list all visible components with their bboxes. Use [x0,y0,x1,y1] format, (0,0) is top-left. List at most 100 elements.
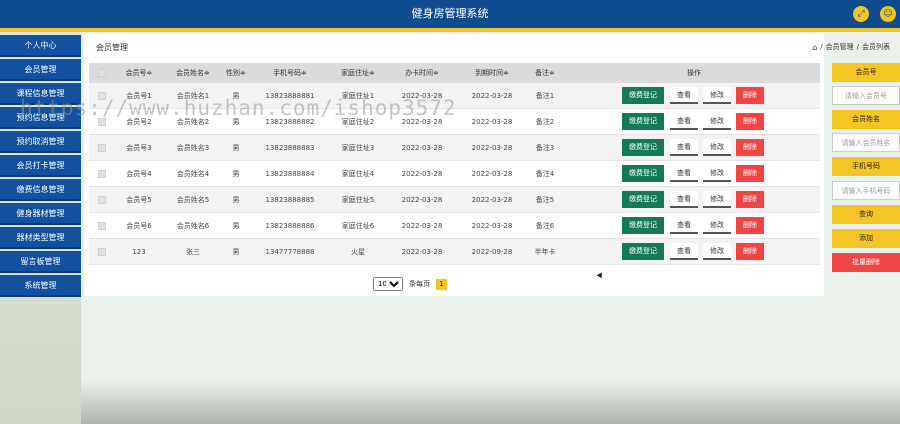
page-number-current[interactable]: 1 [436,278,447,290]
cell-remark: 备注1 [535,92,555,100]
phone-input[interactable]: 请输入手机号码 [832,181,900,200]
row-checkbox[interactable] [98,248,106,256]
view-button[interactable]: 查看 [670,191,698,208]
phone-label: 手机号码 [832,157,900,176]
header-remark[interactable]: 备注≑ [525,63,565,83]
cell-card-date: 2022-03-28 [401,170,443,178]
view-button[interactable]: 查看 [670,139,698,156]
cell-card-date: 2022-03-28 [401,144,443,152]
breadcrumb-item[interactable]: 会员管理 [826,42,854,52]
table-row: 会员号3 会员姓名3 男 13823888883 家庭住址3 2022-03-28 2022… [89,135,820,161]
member-name-input[interactable]: 请输入会员姓名 [832,133,900,152]
cell-address: 家庭住址6 [341,222,375,230]
cell-card-date: 2022-03-28 [401,248,443,256]
cell-gender: 男 [232,170,240,178]
watermark: https://www.huzhan.com/ishop3572 [20,96,457,120]
pay-register-button[interactable]: 缴费登记 [622,243,664,260]
view-button[interactable]: 查看 [670,217,698,234]
cell-remark: 备注6 [535,222,555,230]
search-button[interactable]: 查询 [832,205,900,224]
cell-address: 火星 [351,248,365,256]
cell-gender: 男 [232,144,240,152]
pay-register-button[interactable]: 缴费登记 [622,191,664,208]
edit-button[interactable]: 修改 [703,139,731,156]
select-all-checkbox[interactable] [98,69,106,77]
sidebar: 个人中心 会员管理 课程信息管理 预约信息管理 预约取消管理 会员打卡管理 缴费… [0,32,81,424]
delete-button[interactable]: 删除 [736,243,764,260]
view-button[interactable]: 查看 [670,165,698,182]
delete-button[interactable]: 删除 [736,217,764,234]
cell-remark: 半年卡 [534,248,556,256]
cell-card-date: 2022-03-28 [401,222,443,230]
cell-member-no: 会员号4 [126,170,152,178]
pagination: 10 条每页 1 [373,277,447,291]
sidebar-item-members[interactable]: 会员管理 [0,59,81,81]
member-no-label: 会员号 [832,63,900,82]
row-checkbox[interactable] [98,144,106,152]
sidebar-item-payments[interactable]: 缴费信息管理 [0,179,81,201]
row-checkbox[interactable] [98,170,106,178]
cell-member-name: 会员姓名5 [176,196,210,204]
cell-phone: 13823888883 [265,144,315,152]
pay-register-button[interactable]: 缴费登记 [622,217,664,234]
page-size-select[interactable]: 10 [373,277,403,291]
row-checkbox[interactable] [98,222,106,230]
header-member-name[interactable]: 会员姓名≑ [169,63,217,83]
cell-expiry-date: 2022-03-28 [471,170,513,178]
header-gender[interactable]: 性别≑ [221,63,251,83]
table-row: 123 张三 男 13477778888 火星 2022-03-28 2022-09-28 半… [89,239,820,265]
cell-phone: 13823888885 [265,196,315,204]
cell-gender: 男 [232,222,240,230]
cell-expiry-date: 2022-03-28 [471,222,513,230]
row-checkbox[interactable] [98,196,106,204]
delete-button[interactable]: 删除 [736,113,764,130]
header-card-date[interactable]: 办卡时间≑ [391,63,453,83]
sidebar-item-cancellations[interactable]: 预约取消管理 [0,131,81,153]
cell-gender: 男 [232,248,240,256]
delete-button[interactable]: 删除 [736,87,764,104]
view-button[interactable]: 查看 [670,113,698,130]
cell-remark: 备注2 [535,118,555,126]
edit-button[interactable]: 修改 [703,113,731,130]
sidebar-item-equipment-types[interactable]: 器材类型管理 [0,227,81,249]
user-icon[interactable]: ☺ [880,6,896,22]
header-phone[interactable]: 手机号码≑ [255,63,325,83]
sidebar-item-equipment[interactable]: 健身器材管理 [0,203,81,225]
page-title: 会员管理 [96,43,128,52]
member-no-input[interactable]: 请输入会员号 [832,86,900,105]
pay-register-button[interactable]: 缴费登记 [622,139,664,156]
delete-button[interactable]: 删除 [736,191,764,208]
cell-expiry-date: 2022-03-28 [471,196,513,204]
edit-button[interactable]: 修改 [703,191,731,208]
sidebar-item-system[interactable]: 系统管理 [0,275,81,297]
pay-register-button[interactable]: 缴费登记 [622,113,664,130]
delete-button[interactable]: 删除 [736,139,764,156]
pay-register-button[interactable]: 缴费登记 [622,87,664,104]
cell-phone: 13823888886 [265,222,315,230]
add-button[interactable]: 添加 [832,229,900,248]
edit-button[interactable]: 修改 [703,165,731,182]
batch-delete-button[interactable]: 批量删除 [832,253,900,272]
header-member-no[interactable]: 会员号≑ [117,63,161,83]
pay-register-button[interactable]: 缴费登记 [622,165,664,182]
view-button[interactable]: 查看 [670,243,698,260]
edit-button[interactable]: 修改 [703,243,731,260]
breadcrumb: ⌂ / 会员管理 / 会员列表 [812,42,890,52]
edit-button[interactable]: 修改 [703,87,731,104]
sidebar-item-checkin[interactable]: 会员打卡管理 [0,155,81,177]
edit-button[interactable]: 修改 [703,217,731,234]
home-icon[interactable]: ⌂ [812,43,817,52]
cell-remark: 备注5 [535,196,555,204]
sidebar-item-messages[interactable]: 留言板管理 [0,251,81,273]
app-title: 健身房管理系统 [411,7,489,20]
delete-button[interactable]: 删除 [736,165,764,182]
cell-address: 家庭住址3 [341,144,375,152]
header-expiry-date[interactable]: 到期时间≑ [461,63,523,83]
expand-icon[interactable]: ⤢ [853,6,869,22]
cell-member-no: 会员号3 [126,144,152,152]
header-address[interactable]: 家庭住址≑ [325,63,391,83]
sidebar-item-profile[interactable]: 个人中心 [0,35,81,57]
view-button[interactable]: 查看 [670,87,698,104]
header-actions: 操作 [687,69,701,77]
cell-phone: 13477778888 [265,248,315,256]
